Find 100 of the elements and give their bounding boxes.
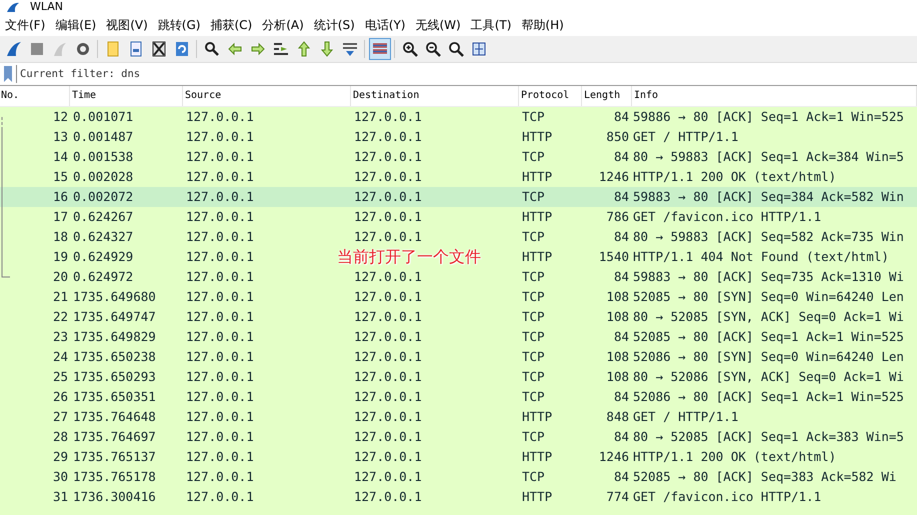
table-cell: GET /favicon.ico HTTP/1.1	[633, 209, 822, 224]
table-cell: 127.0.0.1	[186, 189, 254, 204]
column-header[interactable]: Info	[632, 86, 917, 106]
table-cell: 127.0.0.1	[354, 209, 422, 224]
menu-item[interactable]: 分析(A)	[261, 14, 313, 36]
table-cell: 16	[52, 189, 68, 204]
table-cell: 59886 → 80 [ACK] Seq=1 Ack=1 Win=525	[633, 109, 904, 124]
go-to-icon	[272, 41, 288, 57]
packet-row[interactable]: 16 0.002072 127.0.0.1 127.0.0.1 TCP 84 59883 → 80 [ACK] Seq=384 Ack=582 Win	[0, 187, 917, 207]
table-cell: 14	[52, 149, 68, 164]
table-cell: 127.0.0.1	[186, 329, 254, 344]
table-cell: 52085 → 80 [ACK] Seq=1 Ack=1 Win=525	[633, 329, 904, 344]
menu-item[interactable]: 捕获(C)	[209, 14, 262, 36]
table-cell: 850	[606, 129, 629, 144]
menu-item[interactable]: 无线(W)	[414, 14, 470, 36]
gear-icon	[74, 41, 90, 57]
table-cell: HTTP	[522, 249, 552, 264]
table-cell: TCP	[522, 369, 545, 384]
table-cell: 127.0.0.1	[186, 429, 254, 444]
table-cell: HTTP/1.1 200 OK (text/html)	[633, 169, 836, 184]
table-cell: 59883 → 80 [ACK] Seq=735 Ack=1310 Wi	[633, 269, 904, 284]
table-cell: 13	[52, 129, 68, 144]
table-cell: 0.001487	[73, 129, 134, 144]
table-cell: 1735.764697	[73, 429, 156, 444]
table-cell: 108	[606, 369, 629, 384]
table-cell: 127.0.0.1	[354, 449, 422, 464]
table-cell: 84	[614, 269, 629, 284]
table-cell: HTTP	[522, 129, 552, 144]
menu-item[interactable]: 统计(S)	[312, 14, 364, 36]
table-cell: TCP	[522, 109, 545, 124]
table-cell: 0.624327	[73, 229, 134, 244]
column-header[interactable]: Length	[582, 86, 632, 106]
table-cell: 22	[52, 309, 68, 324]
back-arrow-icon	[226, 41, 242, 57]
table-cell: 127.0.0.1	[186, 449, 254, 464]
table-cell: 127.0.0.1	[354, 329, 422, 344]
table-cell: 127.0.0.1	[354, 169, 422, 184]
column-header[interactable]: Source	[183, 86, 351, 106]
table-cell: 15	[52, 169, 68, 184]
table-cell: 1735.650238	[73, 349, 156, 364]
column-header[interactable]: Time	[70, 86, 183, 106]
menu-item[interactable]: 视图(V)	[105, 14, 157, 36]
menu-item[interactable]: 跳转(G)	[156, 14, 210, 36]
table-cell: 52085 → 80 [ACK] Seq=383 Ack=582 Wi	[633, 469, 896, 484]
table-cell: 28	[52, 429, 68, 444]
table-cell: 108	[606, 349, 629, 364]
column-header[interactable]: Destination	[351, 86, 519, 106]
table-cell: 127.0.0.1	[354, 129, 422, 144]
table-cell: 80 → 52085 [SYN, ACK] Seq=0 Ack=1 Wi	[633, 309, 904, 324]
column-header[interactable]: No.	[0, 86, 70, 106]
table-cell: 774	[606, 489, 629, 504]
menu-item[interactable]: 帮助(H)	[520, 14, 573, 36]
table-cell: 127.0.0.1	[354, 149, 422, 164]
table-cell: 127.0.0.1	[354, 469, 422, 484]
table-cell: HTTP	[522, 449, 552, 464]
table-cell: GET / HTTP/1.1	[633, 409, 738, 424]
table-cell: 1735.649829	[73, 329, 156, 344]
table-cell: HTTP/1.1 200 OK (text/html)	[633, 449, 836, 464]
table-cell: 127.0.0.1	[186, 209, 254, 224]
table-cell: 108	[606, 309, 629, 324]
table-cell: 0.001538	[73, 149, 134, 164]
table-cell: 127.0.0.1	[354, 409, 422, 424]
table-cell: 127.0.0.1	[186, 149, 254, 164]
up-arrow-icon	[296, 41, 312, 57]
table-cell: TCP	[522, 469, 545, 484]
table-cell: HTTP	[522, 489, 552, 504]
menu-item[interactable]: 电话(Y)	[364, 14, 414, 36]
menu-item[interactable]: 文件(F)	[4, 14, 54, 36]
table-cell: TCP	[522, 429, 545, 444]
table-cell: TCP	[522, 309, 545, 324]
table-cell: 19	[52, 249, 68, 264]
toolbar-button[interactable]	[368, 38, 390, 60]
table-cell: 0.002072	[73, 189, 134, 204]
table-cell: 127.0.0.1	[186, 269, 254, 284]
column-header[interactable]: Protocol	[519, 86, 582, 106]
annotation-text: 当前打开了一个文件	[337, 247, 481, 267]
table-cell: 27	[52, 409, 68, 424]
table-cell: TCP	[522, 289, 545, 304]
table-cell: 127.0.0.1	[354, 229, 422, 244]
table-cell: GET / HTTP/1.1	[633, 129, 738, 144]
shark-fin-icon	[6, 41, 22, 57]
table-cell: HTTP	[522, 409, 552, 424]
stop-icon	[28, 41, 44, 57]
table-cell: TCP	[522, 389, 545, 404]
menu-item[interactable]: 工具(T)	[470, 14, 520, 36]
down-arrow-icon	[318, 41, 334, 57]
zoom-in-icon	[402, 41, 418, 57]
table-cell: 0.002028	[73, 169, 134, 184]
table-cell: 52086 → 80 [SYN] Seq=0 Win=64240 Len	[633, 349, 904, 364]
table-cell: 30	[52, 469, 68, 484]
table-cell: 127.0.0.1	[354, 189, 422, 204]
search-icon	[204, 41, 220, 57]
menu-item[interactable]: 编辑(E)	[54, 14, 106, 36]
table-cell: 84	[614, 389, 629, 404]
bookmark-icon[interactable]	[3, 66, 13, 82]
table-cell: 1540	[598, 249, 629, 264]
table-cell: 29	[52, 449, 68, 464]
table-cell: 25	[52, 369, 68, 384]
close-file-icon	[150, 41, 166, 57]
table-cell: 80 → 52086 [SYN, ACK] Seq=0 Ack=1 Wi	[633, 369, 904, 384]
